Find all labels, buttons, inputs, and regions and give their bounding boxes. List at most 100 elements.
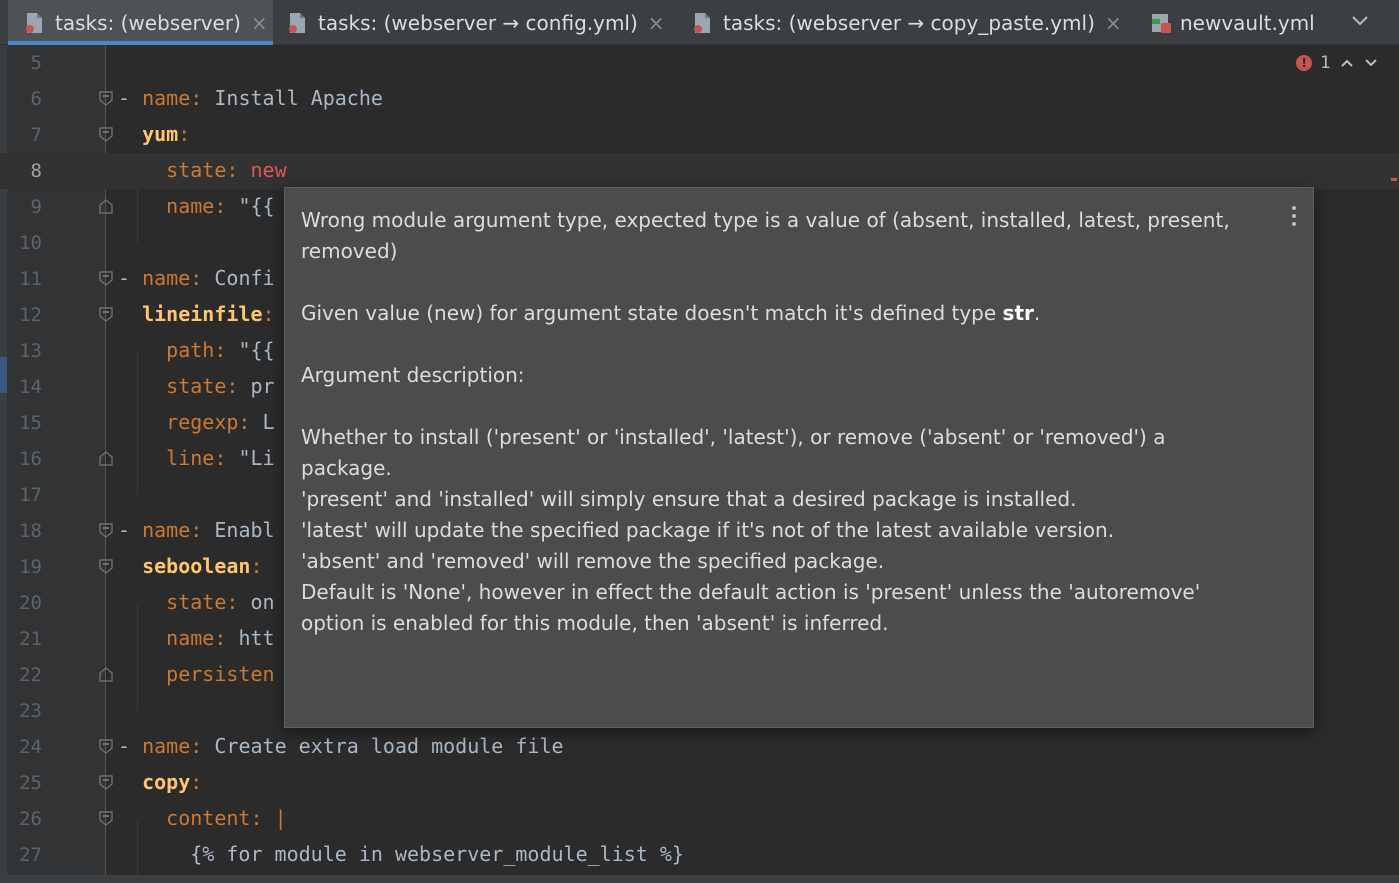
yaml-separator: : — [178, 122, 191, 146]
line-number[interactable]: 27 — [0, 844, 42, 866]
more-options-icon[interactable] — [1291, 206, 1297, 226]
yaml-value: Confi — [214, 266, 275, 290]
error-stripe-mark[interactable] — [1391, 178, 1397, 181]
list-dash: - — [118, 266, 143, 290]
yaml-key: name — [166, 194, 215, 218]
code-line[interactable]: 27 {% for module in webserver_module_lis… — [0, 837, 1399, 873]
close-icon[interactable]: × — [648, 11, 665, 35]
fold-collapse-icon[interactable] — [98, 738, 114, 755]
code-line[interactable]: 7 yum: — [0, 117, 1399, 153]
code-text: lineinfile: — [118, 302, 274, 326]
line-number[interactable]: 11 — [0, 268, 42, 290]
yaml-value: | — [274, 806, 287, 830]
line-number[interactable]: 12 — [0, 304, 42, 326]
yaml-key: name — [142, 266, 191, 290]
line-number[interactable]: 17 — [0, 484, 42, 506]
close-icon[interactable]: × — [251, 11, 268, 35]
code-line[interactable]: 25 copy: — [0, 765, 1399, 801]
line-number[interactable]: 6 — [0, 88, 42, 110]
close-icon[interactable]: × — [1105, 11, 1122, 35]
previous-problem-icon[interactable] — [1339, 55, 1355, 71]
code-line[interactable]: 24 - name: Create extra load module file — [0, 729, 1399, 765]
fold-collapse-icon[interactable] — [98, 522, 114, 539]
popup-type-text: Given value (new) for argument state doe… — [301, 301, 1003, 325]
yaml-value: "{{ — [238, 194, 275, 218]
code-text: state: on — [118, 590, 274, 614]
yaml-separator: : — [214, 194, 239, 218]
line-number[interactable]: 8 — [0, 160, 42, 182]
yaml-module-key: lineinfile — [142, 302, 263, 326]
next-problem-icon[interactable] — [1363, 55, 1379, 71]
tab-tasks-config[interactable]: tasks: (webserver → config.yml) × — [287, 0, 665, 45]
error-count: 1 — [1320, 53, 1331, 73]
line-number[interactable]: 19 — [0, 556, 42, 578]
tab-tasks-copy-paste[interactable]: tasks: (webserver → copy_paste.yml) × — [692, 0, 1122, 45]
code-line[interactable]: 26 content: | — [0, 801, 1399, 837]
code-text: - name: Confi — [118, 266, 275, 290]
tab-label: tasks: (webserver) — [55, 10, 241, 35]
line-number[interactable]: 14 — [0, 376, 42, 398]
code-text: persisten — [118, 662, 274, 686]
fold-collapse-icon[interactable] — [98, 126, 114, 143]
fold-end-icon[interactable] — [98, 450, 114, 467]
fold-collapse-icon[interactable] — [98, 270, 114, 287]
yaml-value: "Li — [238, 446, 275, 470]
problems-indicator[interactable]: ! 1 — [1296, 53, 1379, 73]
fold-collapse-icon[interactable] — [98, 810, 114, 827]
line-number[interactable]: 16 — [0, 448, 42, 470]
fold-end-icon[interactable] — [98, 666, 114, 683]
line-number[interactable]: 10 — [0, 232, 42, 254]
yaml-module-key: yum — [142, 122, 179, 146]
line-number[interactable]: 18 — [0, 520, 42, 542]
yaml-file-icon — [24, 11, 46, 35]
yaml-value: Create extra load module file — [214, 734, 564, 758]
code-line[interactable]: 8 state: new — [0, 153, 1399, 189]
line-number[interactable]: 15 — [0, 412, 42, 434]
code-text: {% for module in webserver_module_list %… — [118, 842, 684, 866]
yaml-separator: : — [214, 338, 239, 362]
code-text: regexp: L — [118, 410, 275, 434]
list-dash: - — [118, 86, 143, 110]
line-number[interactable]: 25 — [0, 772, 42, 794]
yaml-invalid-value: new — [250, 158, 287, 182]
fold-collapse-icon[interactable] — [98, 774, 114, 791]
yaml-separator: : — [238, 410, 263, 434]
line-number[interactable]: 26 — [0, 808, 42, 830]
code-text: seboolean: — [118, 554, 262, 578]
line-number[interactable]: 24 — [0, 736, 42, 758]
code-text: - name: Create extra load module file — [118, 734, 564, 758]
line-number[interactable]: 20 — [0, 592, 42, 614]
yaml-value: L — [262, 410, 275, 434]
vault-file-icon — [1149, 11, 1171, 35]
yaml-value: "{{ — [238, 338, 275, 362]
tab-overflow-chevron-icon[interactable] — [1349, 10, 1371, 32]
yaml-key: state — [166, 374, 227, 398]
tab-newvault[interactable]: newvault.yml — [1149, 0, 1315, 45]
code-line[interactable]: 6 - name: Install Apache — [0, 81, 1399, 117]
fold-collapse-icon[interactable] — [98, 306, 114, 323]
line-number[interactable]: 21 — [0, 628, 42, 650]
yaml-value: {% for module in webserver_module_list %… — [190, 842, 684, 866]
fold-collapse-icon[interactable] — [98, 558, 114, 575]
yaml-separator: : — [250, 806, 275, 830]
yaml-key: name — [166, 626, 215, 650]
yaml-separator: : — [190, 770, 203, 794]
editor-tab-bar: tasks: (webserver) × tasks: (webserver →… — [0, 0, 1399, 45]
yaml-value: htt — [238, 626, 275, 650]
yaml-separator: : — [214, 626, 239, 650]
yaml-key: name — [142, 734, 191, 758]
fold-end-icon[interactable] — [98, 198, 114, 215]
code-editor[interactable]: 56- name: Install Apache 7 yum: 8 state: n… — [0, 45, 1399, 875]
line-number[interactable]: 7 — [0, 124, 42, 146]
tab-tasks-webserver[interactable]: tasks: (webserver) × — [8, 0, 273, 45]
line-number[interactable]: 23 — [0, 700, 42, 722]
line-number[interactable]: 13 — [0, 340, 42, 362]
line-number[interactable]: 9 — [0, 196, 42, 218]
line-number[interactable]: 22 — [0, 664, 42, 686]
yaml-separator: : — [190, 734, 215, 758]
horizontal-scrollbar[interactable] — [0, 875, 1399, 883]
line-number[interactable]: 5 — [0, 52, 42, 74]
popup-description-5: Default is 'None', however in effect the… — [301, 580, 1201, 635]
code-line[interactable]: 5 — [0, 45, 1399, 81]
fold-collapse-icon[interactable] — [98, 90, 114, 107]
